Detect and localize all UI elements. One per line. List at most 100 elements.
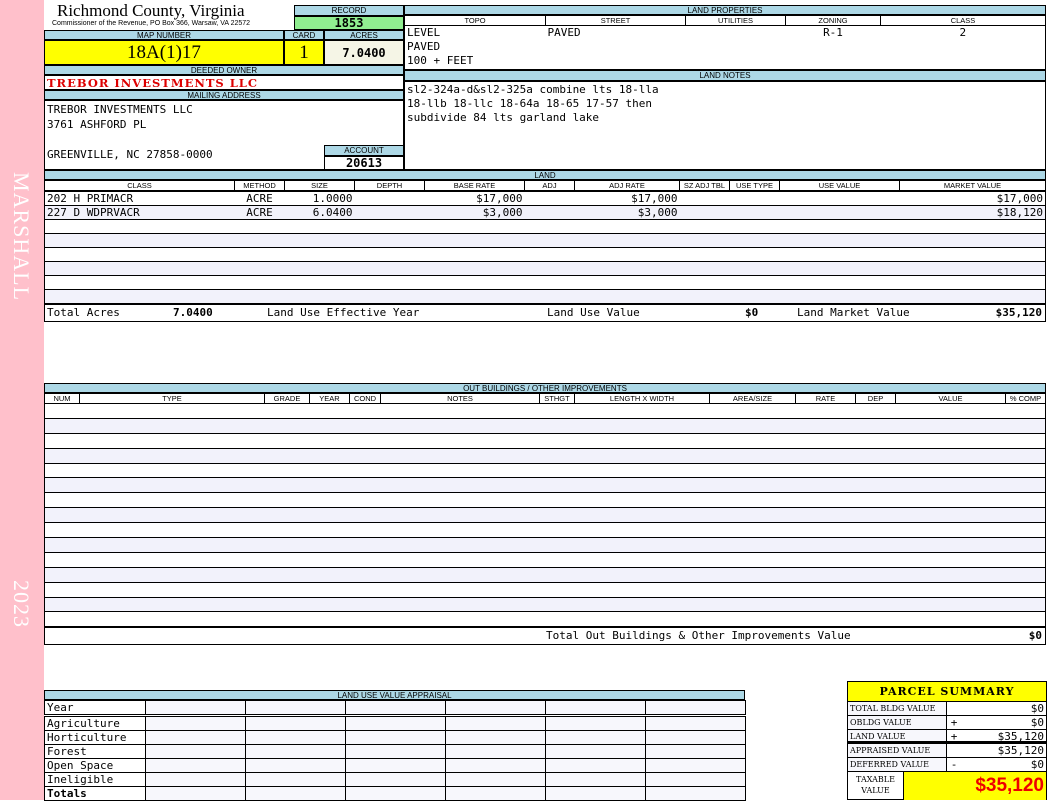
land-use-cell bbox=[345, 786, 446, 801]
outbuilding-row bbox=[44, 612, 1046, 628]
summary-row: LAND VALUE + $35,120 bbox=[848, 730, 1046, 744]
summary-label: LAND VALUE bbox=[848, 730, 947, 741]
outbuilding-col-header: AREA/SIZE bbox=[709, 393, 796, 404]
total-acres: 7.0400 bbox=[173, 306, 213, 319]
land-cell bbox=[779, 289, 900, 304]
col-topo: TOPO bbox=[404, 15, 546, 26]
land-col-header: ADJ bbox=[524, 180, 575, 191]
land-cell bbox=[574, 275, 680, 290]
outbuilding-col-header: DEP bbox=[855, 393, 896, 404]
land-use-cell bbox=[645, 786, 746, 801]
land-use-cell bbox=[345, 744, 446, 759]
land-use-cell bbox=[345, 772, 446, 787]
outbuilding-col-header: LENGTH X WIDTH bbox=[574, 393, 710, 404]
card-header: CARD bbox=[284, 30, 324, 40]
outbuilding-col-header: RATE bbox=[795, 393, 856, 404]
land-use-cell bbox=[545, 730, 646, 745]
land-use-cell bbox=[545, 744, 646, 759]
land-cell bbox=[354, 261, 425, 276]
land-use-cell bbox=[445, 758, 546, 773]
outbuilding-row bbox=[44, 463, 1046, 479]
summary-value: $0 bbox=[1030, 716, 1044, 729]
land-cell bbox=[354, 219, 425, 234]
land-use-cell bbox=[445, 730, 546, 745]
land-cell bbox=[424, 219, 525, 234]
land-cell bbox=[679, 247, 730, 262]
outbuilding-col-header: VALUE bbox=[895, 393, 1006, 404]
land-cell bbox=[679, 289, 730, 304]
land-col-header: DEPTH bbox=[354, 180, 425, 191]
land-cell: 1.0000 bbox=[284, 191, 355, 206]
land-cell bbox=[44, 247, 235, 262]
land-use-cell bbox=[145, 730, 246, 745]
land-use-cell bbox=[545, 700, 646, 717]
land-cell bbox=[234, 247, 285, 262]
land-row: 227 D WDPRVACR ACRE 6.0400 $3,000 $3,000 $18,… bbox=[44, 205, 1046, 220]
col-class: CLASS bbox=[880, 15, 1046, 26]
land-cell bbox=[574, 233, 680, 248]
land-cell bbox=[729, 205, 780, 220]
land-cell bbox=[234, 233, 285, 248]
market-value-label: Land Market Value bbox=[797, 306, 910, 319]
outbuilding-row bbox=[44, 508, 1046, 524]
land-cell bbox=[354, 191, 425, 206]
outbuildings-section: OUT BUILDINGS / OTHER IMPROVEMENTS NUM TY… bbox=[44, 383, 1046, 646]
land-cell bbox=[424, 289, 525, 304]
outbuilding-row bbox=[44, 552, 1046, 568]
summary-label: OBLDG VALUE bbox=[848, 716, 947, 729]
outbuildings-total-row: Total Out Buildings & Other Improvements… bbox=[44, 627, 1046, 646]
summary-label: TOTAL BLDG VALUE bbox=[848, 702, 947, 715]
outbuilding-row bbox=[44, 404, 1046, 419]
land-cell bbox=[574, 219, 680, 234]
land-cell: ACRE bbox=[234, 191, 285, 206]
note-line: subdivide 84 lts garland lake bbox=[407, 111, 600, 124]
land-col-header: USE TYPE bbox=[729, 180, 780, 191]
land-cell bbox=[899, 261, 1046, 276]
land-col-header: BASE RATE bbox=[424, 180, 525, 191]
land-use-row: Open Space bbox=[44, 758, 746, 773]
land-cell bbox=[779, 219, 900, 234]
land-cell bbox=[779, 233, 900, 248]
land-cell bbox=[679, 261, 730, 276]
outbuilding-row bbox=[44, 433, 1046, 449]
land-use-label: Agriculture bbox=[44, 715, 146, 731]
map-number-header: MAP NUMBER bbox=[44, 30, 284, 40]
land-cell bbox=[899, 233, 1046, 248]
summary-operator bbox=[947, 744, 961, 757]
outbuilding-row bbox=[44, 448, 1046, 464]
land-cell bbox=[729, 261, 780, 276]
land-cell bbox=[679, 275, 730, 290]
deeded-owner-header: DEEDED OWNER bbox=[44, 65, 404, 75]
summary-value: $35,120 bbox=[997, 744, 1044, 757]
outbuilding-row bbox=[44, 582, 1046, 598]
land-use-row: Horticulture bbox=[44, 730, 746, 745]
address-line: 3761 ASHFORD PL bbox=[47, 118, 147, 131]
summary-operator: - bbox=[950, 758, 958, 771]
land-col-header: ADJ RATE bbox=[574, 180, 680, 191]
land-use-cell bbox=[245, 700, 346, 717]
land-notes-header: LAND NOTES bbox=[404, 70, 1046, 81]
land-notes: sl2-324a-d&sl2-325a combine lts 18-lla 1… bbox=[404, 81, 1046, 170]
land-cell bbox=[424, 247, 525, 262]
land-cell bbox=[234, 275, 285, 290]
col-street: STREET bbox=[545, 15, 686, 26]
land-use-row: Forest bbox=[44, 744, 746, 759]
year-label: 2023 bbox=[9, 580, 34, 628]
land-cell bbox=[679, 233, 730, 248]
land-use-year-row: Year bbox=[44, 700, 746, 717]
land-cell: $17,000 bbox=[899, 191, 1046, 206]
land-row bbox=[44, 219, 1046, 234]
land-row bbox=[44, 233, 1046, 248]
land-cell bbox=[524, 205, 575, 220]
col-utilities: UTILITIES bbox=[685, 15, 786, 26]
land-use-cell bbox=[145, 786, 246, 801]
land-use-label: Year bbox=[44, 700, 146, 717]
land-cell bbox=[574, 261, 680, 276]
summary-value: $0 bbox=[1030, 702, 1044, 715]
land-properties-header: LAND PROPERTIES bbox=[404, 5, 1046, 15]
topo-value: 100 + FEET bbox=[407, 54, 474, 67]
land-cell: 202 H PRIMACR bbox=[44, 191, 235, 206]
land-use-cell bbox=[145, 700, 246, 717]
note-line: 18-llb 18-llc 18-64a 18-65 17-57 then bbox=[407, 97, 653, 110]
outbuildings-total-label: Total Out Buildings & Other Improvements… bbox=[546, 629, 851, 643]
